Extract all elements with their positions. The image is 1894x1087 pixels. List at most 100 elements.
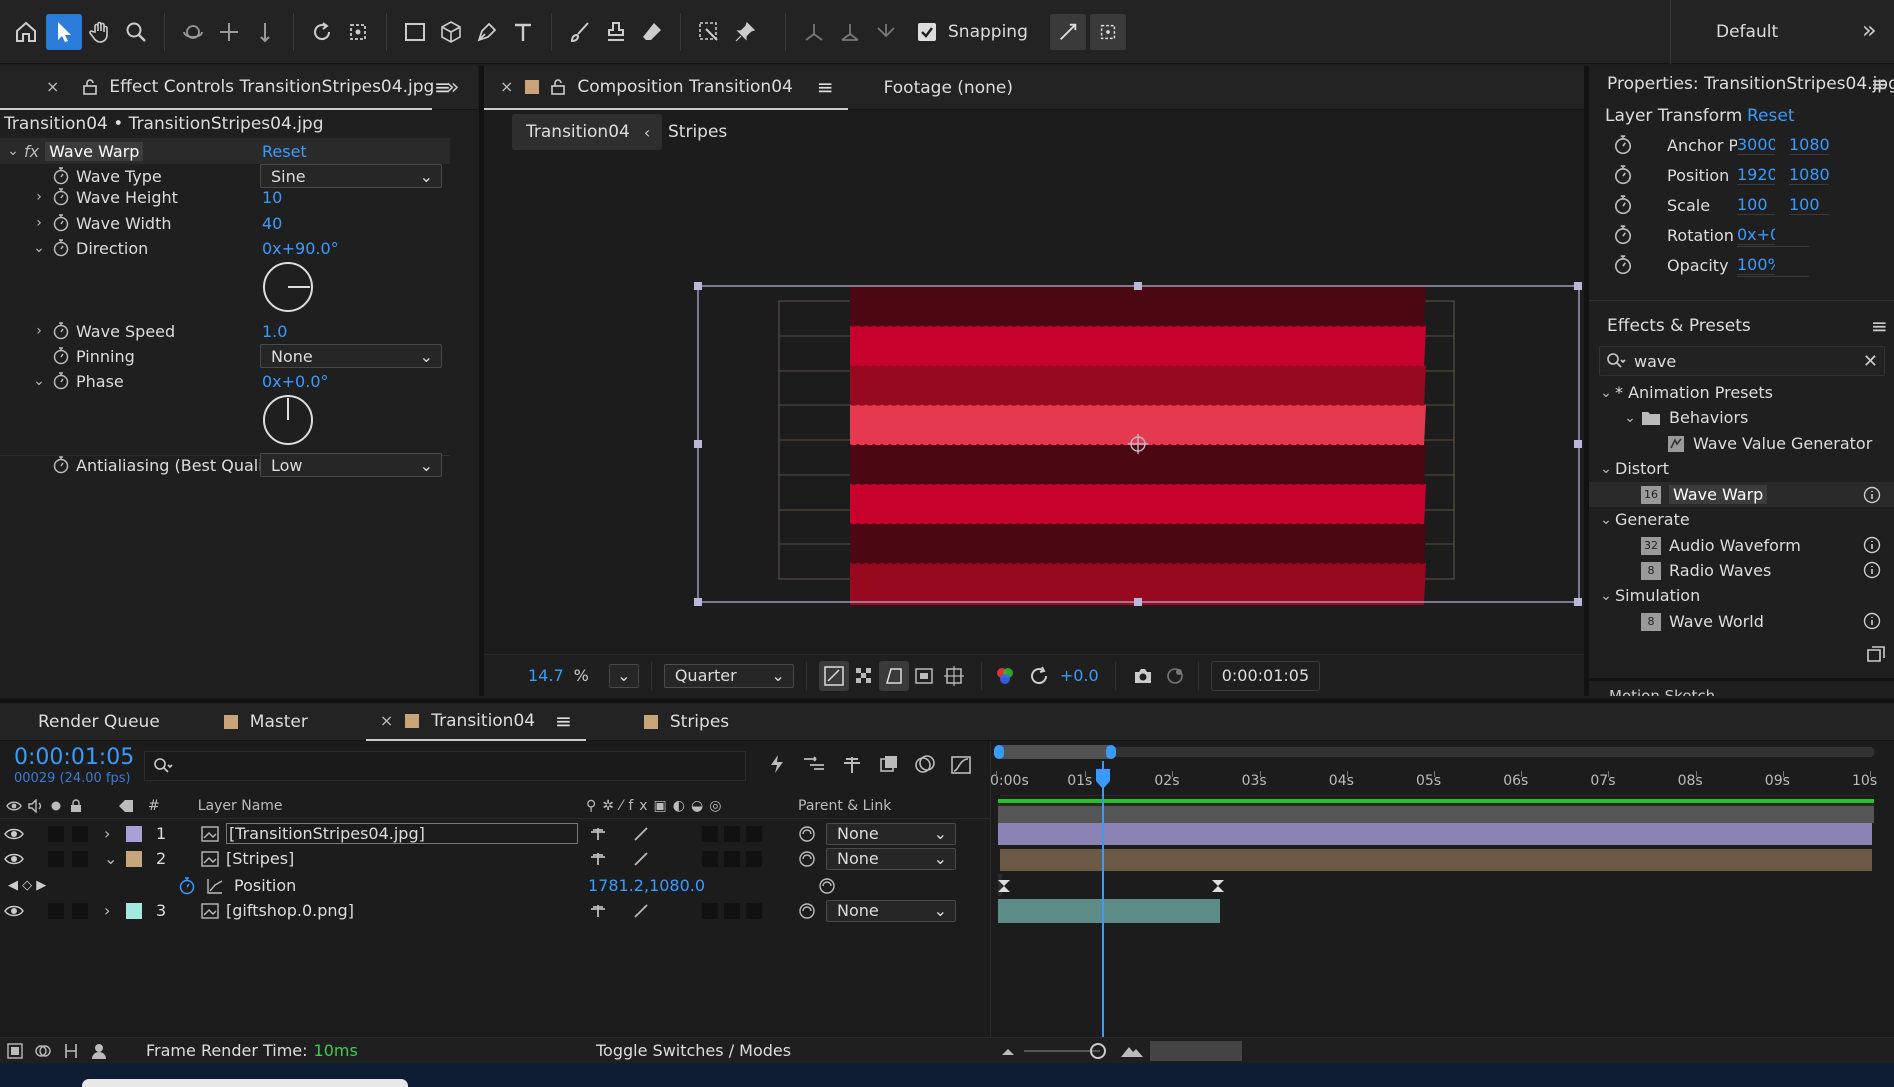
tab-stripes[interactable]: Stripes xyxy=(630,703,743,741)
local-axis-icon[interactable] xyxy=(796,14,832,50)
roto-brush-icon[interactable] xyxy=(691,14,727,50)
transfer-controls-icon[interactable] xyxy=(34,1042,52,1060)
close-icon[interactable]: × xyxy=(380,711,393,730)
info-icon[interactable] xyxy=(1863,536,1881,554)
timeline-graph-area[interactable]: 0:00s 01s 02s 03s 04s 05s 06s 07s 08s 09s 10s xyxy=(990,741,1894,1063)
eye-icon[interactable] xyxy=(4,904,24,918)
close-icon[interactable]: × xyxy=(46,77,59,96)
layer-1-bar[interactable] xyxy=(998,823,1872,845)
panel-menu-icon[interactable]: ≡ xyxy=(555,709,572,733)
zoom-value[interactable]: 14.7 xyxy=(528,666,564,685)
audio-switch-icon[interactable] xyxy=(28,798,44,813)
position-value[interactable]: 1781.2,1080.0 xyxy=(588,876,705,895)
eraser-tool-icon[interactable] xyxy=(634,14,670,50)
tree-wave-value-generator[interactable]: Wave Value Generator xyxy=(1667,431,1872,456)
pan-camera-icon[interactable] xyxy=(211,14,247,50)
layer-label-color[interactable] xyxy=(126,825,142,842)
exposure-value[interactable]: +0.0 xyxy=(1060,666,1099,685)
grid-guides-icon[interactable] xyxy=(939,661,969,691)
parent-dropdown[interactable]: None ⌄ xyxy=(826,899,956,922)
transform-reset-link[interactable]: Reset xyxy=(1747,106,1795,126)
toggle-switches-modes-button[interactable]: Toggle Switches / Modes xyxy=(596,1041,791,1060)
tab-footage[interactable]: Footage (none) xyxy=(870,66,1027,110)
stopwatch-icon[interactable] xyxy=(1613,165,1633,185)
breadcrumb-comp[interactable]: Transition04 xyxy=(512,122,644,142)
clone-stamp-icon[interactable] xyxy=(598,14,634,50)
tree-generate[interactable]: ⌄ Generate xyxy=(1597,507,1690,532)
direction-dial[interactable] xyxy=(262,261,314,313)
playhead-line[interactable] xyxy=(1102,761,1104,1063)
graph-editor-icon[interactable] xyxy=(950,753,972,775)
panel-overflow-button[interactable]: » xyxy=(446,75,459,100)
tab-transition04[interactable]: × Transition04 ≡ xyxy=(365,703,586,741)
tree-audio-waveform[interactable]: 32 Audio Waveform xyxy=(1641,533,1801,558)
hide-shy-icon[interactable] xyxy=(802,753,826,775)
snap-edges-icon[interactable] xyxy=(1049,13,1086,50)
render-time-icon[interactable] xyxy=(90,1042,110,1060)
taskbar-search[interactable] xyxy=(82,1079,408,1087)
parent-dropdown[interactable]: None ⌄ xyxy=(826,822,956,845)
zoom-in-icon[interactable] xyxy=(1120,1044,1144,1058)
chevron-right-icon[interactable]: › xyxy=(104,901,110,920)
chevron-down-icon[interactable]: ⌄ xyxy=(1597,385,1615,401)
chevron-right-icon[interactable]: › xyxy=(30,189,48,205)
brush-tool-icon[interactable] xyxy=(562,14,598,50)
keyframe-navigator[interactable]: ◀ ◇ ▶ xyxy=(8,878,46,893)
stopwatch-icon[interactable] xyxy=(52,167,70,185)
chevron-down-icon[interactable]: ⌄ xyxy=(30,373,48,389)
stopwatch-icon[interactable] xyxy=(1613,195,1633,215)
tree-behaviors[interactable]: ⌄ Behaviors xyxy=(1621,405,1748,430)
layer-name[interactable]: [giftshop.0.png] xyxy=(226,901,354,920)
stopwatch-icon[interactable] xyxy=(178,876,196,895)
work-area-bar[interactable] xyxy=(1000,747,1874,757)
current-time-display[interactable]: 0:00:01:05 xyxy=(1210,660,1321,691)
tree-distort[interactable]: ⌄ Distort xyxy=(1597,456,1669,481)
timeline-search-input[interactable] xyxy=(144,751,746,781)
chevron-down-icon[interactable]: ⌄ xyxy=(4,143,22,159)
stopwatch-icon[interactable] xyxy=(52,188,70,206)
shy-switch-icon[interactable] xyxy=(588,826,608,842)
wave-width-value[interactable]: 40 xyxy=(262,214,282,233)
motion-blur-icon[interactable] xyxy=(878,753,900,775)
position-property-row[interactable]: ◀ ◇ ▶ Position 1781.2,1080.0 xyxy=(0,873,990,898)
panel-menu-icon[interactable]: ≡ xyxy=(1871,314,1888,338)
workspace-name[interactable]: Default xyxy=(1716,22,1778,42)
new-folder-icon[interactable] xyxy=(1867,646,1885,662)
resolution-dropdown[interactable]: Quarter ⌄ xyxy=(663,663,794,688)
puppet-pin-icon[interactable] xyxy=(727,14,763,50)
chevron-down-icon[interactable]: ⌄ xyxy=(104,849,117,868)
timeline-scrollbar[interactable] xyxy=(1150,1041,1242,1061)
tree-simulation[interactable]: ⌄ Simulation xyxy=(1597,583,1700,608)
stopwatch-icon[interactable] xyxy=(1613,225,1633,245)
lock-switch[interactable] xyxy=(72,825,88,842)
3d-tool-icon[interactable] xyxy=(433,14,469,50)
type-tool-icon[interactable] xyxy=(505,14,541,50)
layer-row[interactable]: › 1 [TransitionStripes04.jpg] None ⌄ xyxy=(0,821,990,846)
solo-switch[interactable] xyxy=(48,825,64,842)
clear-search-icon[interactable]: ✕ xyxy=(1863,351,1878,372)
info-icon[interactable] xyxy=(1863,561,1881,579)
work-area-end-handle[interactable] xyxy=(1106,745,1116,759)
reset-exposure-icon[interactable] xyxy=(1028,665,1050,687)
pen-tool-icon[interactable] xyxy=(469,14,505,50)
pickwhip-icon[interactable] xyxy=(798,850,816,868)
shy-switch-icon[interactable] xyxy=(588,851,608,867)
chevron-down-icon[interactable]: ⌄ xyxy=(30,240,48,256)
layer-row[interactable]: ⌄ 2 [Stripes] None ⌄ xyxy=(0,846,990,871)
phase-value[interactable]: 0x+0.0° xyxy=(262,372,329,391)
pickwhip-icon[interactable] xyxy=(798,825,816,843)
layer-label-color[interactable] xyxy=(126,902,142,919)
timeline-zoom-slider[interactable] xyxy=(1024,1050,1100,1052)
tab-composition[interactable]: × Composition Transition04 ≡ xyxy=(484,66,848,110)
eye-icon[interactable] xyxy=(4,852,24,866)
panel-menu-icon[interactable]: ≡ xyxy=(1871,72,1888,96)
phase-dial[interactable] xyxy=(262,394,314,446)
solo-icon[interactable] xyxy=(50,800,62,812)
breadcrumb-stripes[interactable]: Stripes xyxy=(668,122,727,142)
label-column-icon[interactable] xyxy=(118,799,134,813)
stopwatch-icon[interactable] xyxy=(52,214,70,232)
pinning-dropdown[interactable]: None ⌄ xyxy=(260,344,442,368)
tree-radio-waves[interactable]: 8 Radio Waves xyxy=(1641,558,1771,583)
tab-effect-controls[interactable]: × Effect Controls TransitionStripes04.jp… xyxy=(0,66,451,110)
stopwatch-icon[interactable] xyxy=(52,372,70,390)
